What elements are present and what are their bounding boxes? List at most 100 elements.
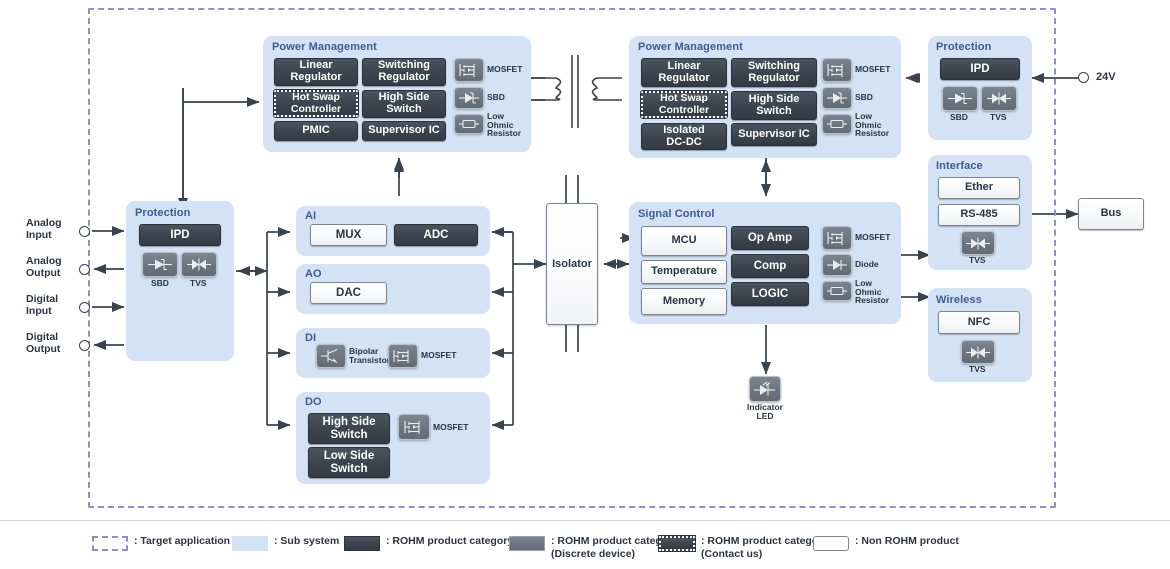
wireless-tvs-label: TVS [969,364,986,374]
protection-left-ipd[interactable]: IPD [139,224,221,246]
port-label-analog-input: Analog Input [26,217,62,241]
protection-left-tvs-icon[interactable] [181,252,217,277]
pm-left-resistor-label: Low Ohmic Resistor [487,111,522,138]
legend-label-non-rohm: : Non ROHM product [855,535,959,547]
pm-right-hot-swap-controller[interactable]: Hot Swap Controller [640,90,728,119]
legend-label-sub-system: : Sub system [274,535,340,547]
pm-right-linear-regulator[interactable]: Linear Regulator [641,58,727,87]
pm-right-high-side-switch[interactable]: High Side Switch [731,91,817,120]
legend-item-rohm-product: : ROHM product category [344,535,513,551]
signal-control-diode-icon[interactable] [822,254,852,276]
protection-right-sbd-icon[interactable] [942,86,978,111]
supply-voltage-label: 24V [1096,71,1116,83]
port-label-digital-input: Digital Input [26,293,59,317]
pm-right-sbd-icon[interactable] [822,87,852,109]
protection-left-title: Protection [135,207,191,219]
signal-control-resistor-label: Low Ohmic Resistor [855,278,890,305]
pm-right-isolated-dcdc[interactable]: Isolated DC-DC [641,123,727,150]
signal-control-resistor-icon[interactable] [822,281,852,301]
legend-swatch-target-application [92,536,128,551]
legend: : Target application : Sub system : ROHM… [0,520,1170,569]
wireless-tvs-icon[interactable] [961,340,995,364]
ai-adc[interactable]: ADC [394,224,478,246]
pm-right-switching-regulator[interactable]: Switching Regulator [731,58,817,87]
pm-left-high-side-switch[interactable]: High Side Switch [362,90,446,118]
do-low-side-switch[interactable]: Low Side Switch [308,447,390,478]
signal-control-mcu[interactable]: MCU [641,226,727,256]
do-title: DO [305,396,322,408]
pm-left-sbd-label: SBD [487,92,505,102]
pm-left-sbd-icon[interactable] [454,87,484,109]
legend-label-rohm-product: : ROHM product category [386,535,514,547]
pm-right-mosfet-icon[interactable] [822,58,852,82]
pm-left-linear-regulator[interactable]: Linear Regulator [274,58,358,86]
signal-control-temperature[interactable]: Temperature [641,260,727,284]
pm-left-mosfet-label: MOSFET [487,64,523,74]
signal-control-mosfet-label: MOSFET [855,232,891,242]
signal-control-comp[interactable]: Comp [731,254,809,278]
pm-left-pmic[interactable]: PMIC [274,121,358,141]
diagram-canvas: Analog Input Analog Output Digital Input… [0,0,1170,568]
pm-right-mosfet-label: MOSFET [855,64,891,74]
do-mosfet-icon[interactable] [398,414,430,440]
protection-right-tvs-icon[interactable] [981,86,1017,111]
ao-title: AO [305,268,322,280]
signal-control-mosfet-icon[interactable] [822,226,852,250]
di-title: DI [305,332,317,344]
signal-control-logic[interactable]: LOGIC [731,282,809,306]
legend-label-target-application: : Target application [134,535,231,547]
terminal-analog-input [79,226,90,237]
pm-right-supervisor-ic[interactable]: Supervisor IC [731,123,817,146]
pm-left-mosfet-icon[interactable] [454,58,484,82]
legend-swatch-sub-system [232,536,268,551]
terminal-analog-output [79,264,90,275]
terminal-digital-output [79,340,90,351]
interface-title: Interface [936,160,983,172]
do-mosfet-label: MOSFET [433,422,469,432]
protection-left-sbd-label: SBD [151,278,169,288]
legend-swatch-non-rohm [813,536,849,551]
pm-left-hot-swap-controller[interactable]: Hot Swap Controller [273,89,359,118]
legend-swatch-discrete-device [509,536,545,551]
port-label-digital-output: Digital Output [26,331,61,355]
protection-right-ipd[interactable]: IPD [940,58,1020,80]
indicator-led-label: Indicator LED [747,402,783,421]
pm-right-resistor-icon[interactable] [822,114,852,134]
di-bipolar-transistor-icon[interactable] [316,344,346,368]
legend-label-contact-us: : ROHM product category (Contact us) [701,535,829,561]
pm-right-resistor-label: Low Ohmic Resistor [855,111,890,138]
pm-right-sbd-label: SBD [855,92,873,102]
interface-ether[interactable]: Ether [938,177,1020,199]
interface-rs485[interactable]: RS-485 [938,204,1020,226]
do-high-side-switch[interactable]: High Side Switch [308,413,390,444]
port-label-analog-output: Analog Output [26,255,62,279]
protection-right-tvs-label: TVS [990,112,1007,122]
ao-dac[interactable]: DAC [310,282,387,304]
di-mosfet-icon[interactable] [388,344,418,368]
signal-control-op-amp[interactable]: Op Amp [731,226,809,250]
interface-tvs-icon[interactable] [961,231,995,255]
wireless-nfc[interactable]: NFC [938,311,1020,334]
protection-right-title: Protection [936,41,992,53]
power-management-right-title: Power Management [638,41,743,53]
ai-title: AI [305,210,317,222]
signal-control-diode-label: Diode [855,259,879,269]
di-mosfet-label: MOSFET [421,350,457,360]
legend-item-sub-system: : Sub system [232,535,339,551]
terminal-digital-input [79,302,90,313]
pm-left-supervisor-ic[interactable]: Supervisor IC [362,121,446,141]
protection-left-sbd-icon[interactable] [142,252,178,277]
protection-right-sbd-label: SBD [950,112,968,122]
indicator-led-icon[interactable] [749,376,781,402]
bus-block[interactable]: Bus [1078,198,1144,230]
legend-item-contact-us: : ROHM product category (Contact us) [658,535,829,561]
wireless-title: Wireless [936,294,982,306]
legend-item-non-rohm: : Non ROHM product [813,535,959,551]
pm-left-switching-regulator[interactable]: Switching Regulator [362,58,446,86]
terminal-24v [1078,72,1089,83]
isolator-block[interactable]: Isolator [546,203,598,325]
legend-item-discrete-device: : ROHM product category (Discrete device… [509,535,678,561]
pm-left-resistor-icon[interactable] [454,114,484,134]
signal-control-memory[interactable]: Memory [641,288,727,315]
ai-mux[interactable]: MUX [310,224,387,246]
